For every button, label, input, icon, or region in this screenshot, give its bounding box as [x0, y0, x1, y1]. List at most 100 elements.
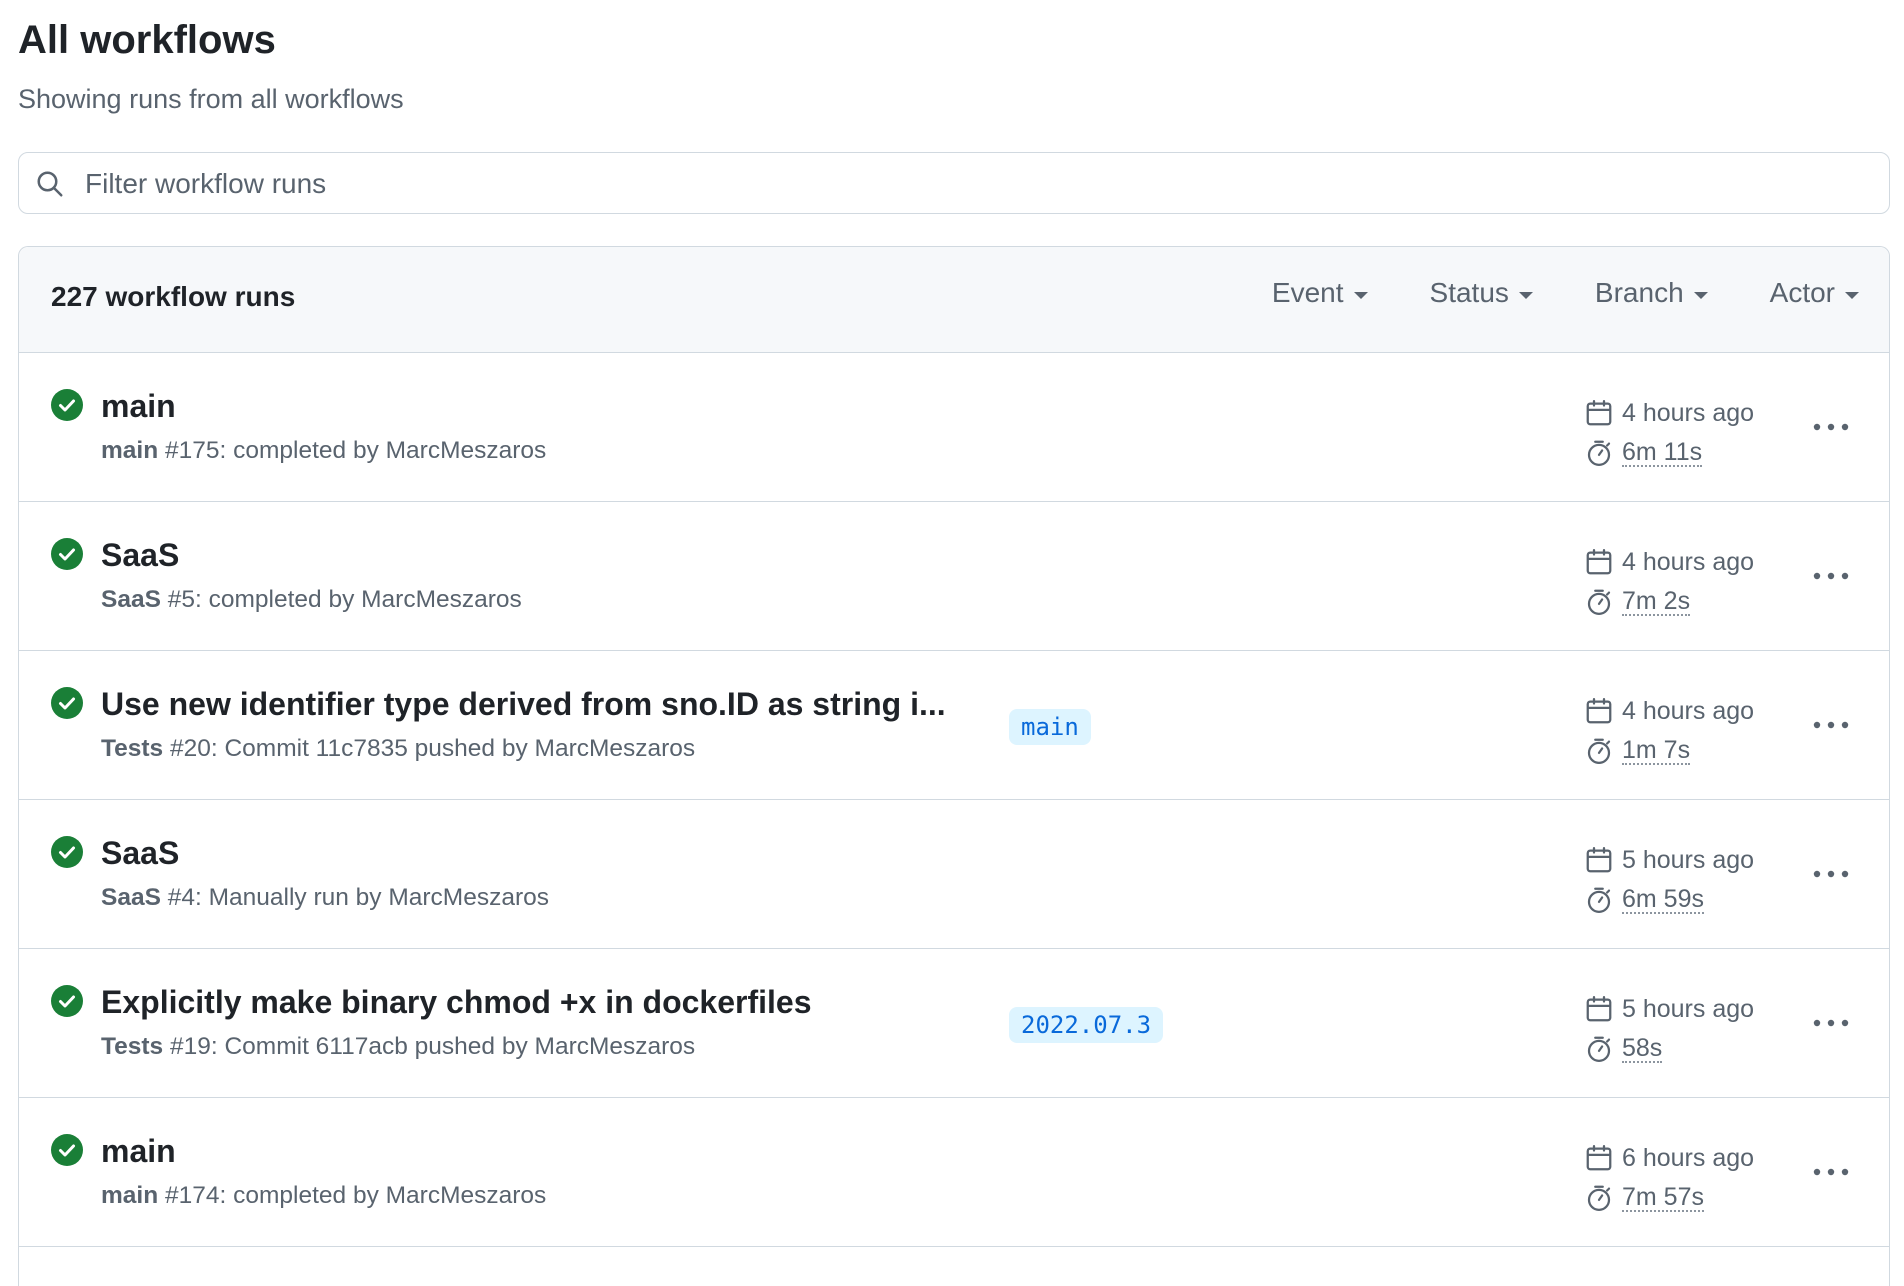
run-actions-menu-button[interactable]: [1811, 1003, 1851, 1043]
run-duration: 58s: [1584, 1029, 1754, 1069]
run-duration-text: 6m 59s: [1622, 885, 1704, 914]
run-workflow-name: main: [101, 1182, 159, 1209]
branch-label[interactable]: main: [1009, 709, 1091, 745]
runs-list-header: 227 workflow runs Event Status Branch Ac…: [19, 247, 1889, 353]
caret-down-icon: [1845, 291, 1859, 299]
calendar-icon: [1586, 847, 1612, 873]
branch-filter-dropdown[interactable]: Branch: [1595, 277, 1708, 309]
kebab-horizontal-icon: [1813, 423, 1849, 431]
run-actions-menu-button[interactable]: [1811, 407, 1851, 447]
run-workflow-name: Tests: [101, 1033, 164, 1060]
actor-filter-dropdown[interactable]: Actor: [1770, 277, 1859, 309]
filter-runs-input[interactable]: [83, 153, 1879, 215]
branch-label[interactable]: 2022.07.3: [1009, 1007, 1164, 1043]
run-duration: 7m 57s: [1584, 1178, 1754, 1218]
run-title-link[interactable]: main: [101, 386, 176, 426]
caret-down-icon: [1518, 291, 1533, 299]
workflow-run-row[interactable]: SaaS SaaS #5: completed by MarcMeszaros …: [19, 502, 1889, 651]
check-circle-success-icon: [51, 836, 83, 868]
run-meta-text: #20: Commit 11c7835 pushed by MarcMeszar…: [163, 735, 696, 762]
run-timing: 4 hours ago 7m 2s: [1584, 542, 1754, 622]
run-timing: 5 hours ago 58s: [1584, 989, 1754, 1069]
run-time-ago: 5 hours ago: [1622, 846, 1755, 874]
run-title-link[interactable]: SaaS: [101, 833, 179, 873]
run-title-link[interactable]: main: [101, 1131, 176, 1171]
check-circle-success-icon: [51, 687, 83, 719]
status-filter-dropdown[interactable]: Status: [1430, 277, 1533, 309]
run-duration: 1m 7s: [1584, 731, 1754, 771]
kebab-horizontal-icon: [1813, 1019, 1849, 1027]
run-title-link[interactable]: Explicitly make binary chmod +x in docke…: [101, 982, 812, 1022]
calendar-icon: [1586, 698, 1612, 724]
run-title-link[interactable]: SaaS: [101, 535, 179, 575]
stopwatch-icon: [1587, 887, 1611, 913]
branch-filter-label: Branch: [1594, 277, 1684, 308]
run-started: 6 hours ago: [1584, 1138, 1754, 1178]
run-actions-menu-button[interactable]: [1811, 705, 1851, 745]
run-title-link[interactable]: Use new identifier type derived from sno…: [101, 684, 946, 724]
kebab-horizontal-icon: [1813, 572, 1849, 580]
calendar-icon: [1586, 400, 1612, 426]
run-meta-text: #5: completed by MarcMeszaros: [160, 586, 522, 613]
run-meta: main #174: completed by MarcMeszaros: [101, 1182, 546, 1210]
caret-down-icon: [1693, 291, 1708, 299]
run-timing: 4 hours ago 6m 11s: [1584, 393, 1754, 473]
run-started: 4 hours ago: [1584, 542, 1754, 582]
run-duration: 6m 59s: [1584, 880, 1754, 920]
workflow-run-row[interactable]: main main #175: completed by MarcMeszaro…: [19, 353, 1889, 502]
run-duration-text: 1m 7s: [1622, 736, 1691, 765]
check-circle-success-icon: [51, 538, 83, 570]
run-started: 4 hours ago: [1584, 393, 1754, 433]
kebab-horizontal-icon: [1813, 721, 1849, 729]
stopwatch-icon: [1587, 440, 1611, 466]
page-title: All workflows: [18, 18, 276, 62]
calendar-icon: [1586, 1145, 1612, 1171]
kebab-horizontal-icon: [1813, 1168, 1849, 1176]
run-started: 5 hours ago: [1584, 989, 1754, 1029]
run-actions-menu-button[interactable]: [1811, 854, 1851, 894]
event-filter-dropdown[interactable]: Event: [1272, 277, 1368, 309]
run-workflow-name: Tests: [101, 735, 164, 762]
run-timing: 5 hours ago 6m 59s: [1584, 840, 1754, 920]
stopwatch-icon: [1587, 738, 1611, 764]
run-time-ago: 5 hours ago: [1622, 995, 1755, 1023]
runs-filters: Event Status Branch Actor: [1272, 277, 1859, 309]
calendar-icon: [1586, 996, 1612, 1022]
run-workflow-name: SaaS: [101, 884, 161, 911]
run-timing: 6 hours ago 7m 57s: [1584, 1138, 1754, 1218]
run-meta: SaaS #5: completed by MarcMeszaros: [101, 586, 522, 614]
actor-filter-label: Actor: [1769, 277, 1835, 308]
run-actions-menu-button[interactable]: [1811, 556, 1851, 596]
run-duration: 6m 11s: [1584, 433, 1754, 473]
filter-search-box[interactable]: [18, 152, 1890, 215]
run-duration-text: 6m 11s: [1622, 438, 1703, 467]
run-duration: 7m 2s: [1584, 582, 1754, 622]
runs-container: main main #175: completed by MarcMeszaro…: [19, 353, 1889, 1247]
check-circle-success-icon: [51, 1134, 83, 1166]
workflows-page: All workflows Showing runs from all work…: [18, 0, 1890, 1286]
run-meta-text: #175: completed by MarcMeszaros: [158, 437, 547, 464]
run-started: 4 hours ago: [1584, 691, 1754, 731]
run-meta-text: #19: Commit 6117acb pushed by MarcMeszar…: [163, 1033, 696, 1060]
workflow-run-row[interactable]: main main #174: completed by MarcMeszaro…: [19, 1098, 1889, 1247]
stopwatch-icon: [1587, 1036, 1611, 1062]
workflow-run-row[interactable]: Use new identifier type derived from sno…: [19, 651, 1889, 800]
caret-down-icon: [1353, 291, 1368, 299]
run-meta-text: #4: Manually run by MarcMeszaros: [160, 884, 550, 911]
event-filter-label: Event: [1271, 277, 1344, 308]
run-timing: 4 hours ago 1m 7s: [1584, 691, 1754, 771]
run-meta: SaaS #4: Manually run by MarcMeszaros: [101, 884, 549, 912]
workflow-run-row[interactable]: SaaS SaaS #4: Manually run by MarcMeszar…: [19, 800, 1889, 949]
run-actions-menu-button[interactable]: [1811, 1152, 1851, 1192]
run-meta: main #175: completed by MarcMeszaros: [101, 437, 546, 465]
stopwatch-icon: [1587, 589, 1611, 615]
page-subtitle: Showing runs from all workflows: [18, 84, 404, 114]
workflow-run-row[interactable]: Explicitly make binary chmod +x in docke…: [19, 949, 1889, 1098]
run-time-ago: 6 hours ago: [1622, 1144, 1755, 1172]
run-workflow-name: main: [101, 437, 159, 464]
run-time-ago: 4 hours ago: [1622, 548, 1755, 576]
kebab-horizontal-icon: [1813, 870, 1849, 878]
run-duration-text: 58s: [1622, 1034, 1663, 1063]
check-circle-success-icon: [51, 985, 83, 1017]
workflow-runs-list: 227 workflow runs Event Status Branch Ac…: [18, 246, 1890, 1286]
